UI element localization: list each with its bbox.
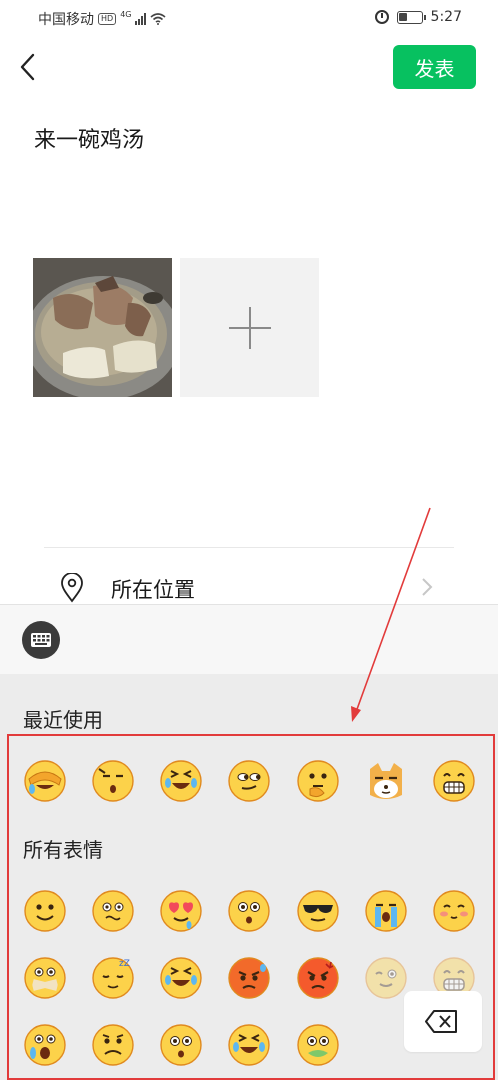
emoji-sweat-angry-icon[interactable]: [227, 956, 271, 1000]
emoji-doge-icon[interactable]: [364, 759, 408, 803]
publish-button[interactable]: 发表: [393, 45, 476, 89]
emoji-sleepy-icon[interactable]: zZ: [91, 956, 135, 1000]
emoji-heart-eyes-icon[interactable]: [159, 889, 203, 933]
emoji-scared-icon[interactable]: [23, 1023, 67, 1067]
chicken-soup-photo[interactable]: [33, 258, 172, 397]
emoji-thinking-icon[interactable]: [296, 759, 340, 803]
divider: [44, 547, 454, 548]
emoji-grin-icon[interactable]: [432, 759, 476, 803]
emoji-blush-icon[interactable]: [432, 889, 476, 933]
post-text[interactable]: 来一碗鸡汤: [34, 122, 144, 154]
all-emoji-title: 所有表情: [23, 838, 103, 862]
carrier-label: 中国移动: [38, 12, 94, 28]
chevron-right-icon: [422, 578, 433, 596]
emoji-crying-icon[interactable]: [364, 889, 408, 933]
battery-icon: [396, 10, 426, 24]
backspace-icon: [425, 1010, 457, 1033]
emoji-cool-icon[interactable]: [296, 889, 340, 933]
emoji-side-eye-icon[interactable]: [227, 759, 271, 803]
emoji-wink-icon[interactable]: [364, 956, 408, 1000]
emoji-angry-icon[interactable]: [296, 956, 340, 1000]
emoji-shush-icon[interactable]: [23, 956, 67, 1000]
emoji-toolbar: [0, 604, 498, 674]
hd-badge: HD: [98, 13, 117, 25]
emoji-squint-cry-icon[interactable]: [159, 956, 203, 1000]
backspace-button[interactable]: [404, 991, 482, 1052]
emoji-surprised-icon[interactable]: [227, 889, 271, 933]
svg-text:zZ: zZ: [119, 959, 130, 969]
alarm-icon: [374, 10, 389, 24]
chevron-left-icon[interactable]: [14, 50, 42, 84]
recent-title: 最近使用: [23, 708, 103, 732]
keyboard-icon[interactable]: [22, 621, 60, 659]
emoji-facepalm-icon[interactable]: [23, 759, 67, 803]
status-right: 5:27: [374, 9, 462, 25]
location-pin-icon: [61, 573, 83, 603]
status-bar: 中国移动 HD 4G 5:27: [0, 0, 498, 36]
add-photo-button[interactable]: [180, 258, 319, 397]
location-label: 所在位置: [111, 578, 195, 602]
emoji-worried-icon[interactable]: [159, 1023, 203, 1067]
emoji-tears-of-joy-icon[interactable]: [159, 759, 203, 803]
emoji-laugh-cry-icon[interactable]: [227, 1023, 271, 1067]
signal-icon: [135, 13, 147, 25]
network-type: 4G: [120, 9, 132, 19]
wifi-icon: [150, 13, 167, 25]
emoji-sad-icon[interactable]: [91, 1023, 135, 1067]
emoji-sick-icon[interactable]: [296, 1023, 340, 1067]
emoji-smug-icon[interactable]: [91, 759, 135, 803]
status-left: 中国移动 HD 4G: [38, 9, 167, 29]
emoji-smile-icon[interactable]: [23, 889, 67, 933]
clock: 5:27: [430, 9, 462, 25]
emoji-awkward-icon[interactable]: [91, 889, 135, 933]
